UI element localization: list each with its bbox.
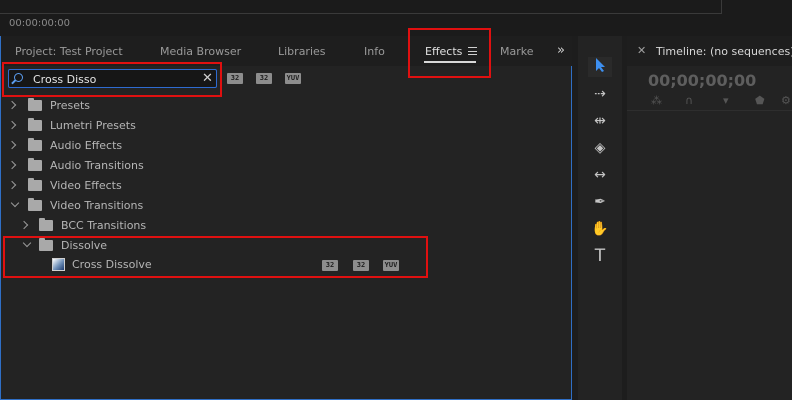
tab-markers[interactable]: Marke [500, 45, 534, 58]
tab-libraries[interactable]: Libraries [278, 45, 326, 58]
timeline-timecode[interactable]: 00;00;00;00 [648, 71, 756, 90]
highlight-cross-dissolve [3, 236, 428, 278]
tab-info[interactable]: Info [364, 45, 385, 58]
folder-icon [39, 218, 53, 231]
highlight-effects-tab [408, 28, 491, 78]
chevron-right-icon[interactable] [7, 140, 17, 150]
ripple-edit-tool[interactable]: ⇹ [588, 111, 612, 131]
folder-icon [28, 118, 42, 131]
folder-icon [28, 198, 42, 211]
chevron-right-icon[interactable] [7, 180, 17, 190]
arrow-icon [596, 58, 605, 72]
highlight-search [2, 62, 222, 97]
tree-item-label: BCC Transitions [61, 219, 147, 232]
selection-tool[interactable] [588, 57, 612, 77]
tree-item-label: Video Effects [50, 179, 122, 192]
timeline-divider [627, 110, 792, 111]
tab-media-browser[interactable]: Media Browser [160, 45, 241, 58]
ripple-edit-icon: ⇹ [594, 113, 606, 129]
tree-item-audio-transitions[interactable]: Audio Transitions [1, 158, 541, 177]
tree-item-video-effects[interactable]: Video Effects [1, 178, 541, 197]
hand-tool[interactable]: ✋ [588, 219, 612, 239]
tree-item-bcc-transitions[interactable]: BCC Transitions [1, 218, 541, 237]
linked-selection-icon[interactable]: ▾ [723, 94, 729, 107]
tree-item-video-transitions[interactable]: Video Transitions [1, 198, 541, 217]
folder-icon [28, 138, 42, 151]
pen-tool[interactable]: ✒ [588, 192, 612, 212]
razor-icon: ◈ [594, 140, 606, 156]
monitor-timecode[interactable]: 00:00:00:00 [9, 18, 70, 29]
razor-tool[interactable]: ◈ [588, 138, 612, 158]
tree-item-lumetri-presets[interactable]: Lumetri Presets [1, 118, 541, 137]
tree-item-label: Lumetri Presets [50, 119, 136, 132]
slip-icon: ↔ [594, 167, 606, 183]
tree-item-presets[interactable]: Presets [1, 98, 541, 117]
tree-item-label: Presets [50, 99, 91, 112]
pen-icon: ✒ [594, 194, 606, 210]
chevron-right-icon[interactable] [7, 160, 17, 170]
slip-tool[interactable]: ↔ [588, 165, 612, 185]
timeline-panel: ✕ Timeline: (no sequences) 00;00;00;00 ⁂… [627, 36, 792, 400]
tab-project[interactable]: Project: Test Project [15, 45, 123, 58]
chevron-right-icon[interactable] [19, 220, 29, 230]
type-tool[interactable]: T [588, 246, 612, 266]
track-select-tool[interactable]: ⇢ [588, 84, 612, 104]
type-icon: T [594, 246, 606, 266]
tab-overflow-icon[interactable]: » [557, 43, 565, 58]
folder-icon [28, 178, 42, 191]
program-monitor-strip: 00:00:00:00 [0, 0, 792, 36]
yuv-filter-icon[interactable]: YUV [285, 73, 301, 84]
folder-icon [28, 98, 42, 111]
settings-icon[interactable]: ⚙ [781, 94, 791, 107]
chevron-right-icon[interactable] [7, 100, 17, 110]
32bit-color-filter-icon[interactable]: 32 [256, 73, 272, 84]
close-icon[interactable]: ✕ [637, 44, 646, 57]
timeline-tab-bar: ✕ Timeline: (no sequences) [627, 36, 792, 66]
tree-item-audio-effects[interactable]: Audio Effects [1, 138, 541, 157]
chevron-down-icon[interactable] [10, 198, 20, 208]
hand-icon: ✋ [591, 221, 609, 237]
timeline-title[interactable]: Timeline: (no sequences) [656, 45, 792, 58]
tree-item-label: Video Transitions [50, 199, 144, 212]
folder-icon [28, 158, 42, 171]
tree-item-label: Audio Effects [50, 139, 123, 152]
chevron-right-icon[interactable] [7, 120, 17, 130]
snap-icon[interactable]: ⁂ [651, 94, 662, 107]
add-marker-icon[interactable]: ⬟ [755, 94, 765, 107]
tree-item-label: Audio Transitions [50, 159, 144, 172]
monitor-area [0, 0, 722, 14]
accelerated-effects-filter-icon[interactable]: 32 [227, 73, 243, 84]
magnet-icon[interactable]: ∩ [685, 94, 693, 107]
track-select-icon: ⇢ [594, 86, 606, 102]
